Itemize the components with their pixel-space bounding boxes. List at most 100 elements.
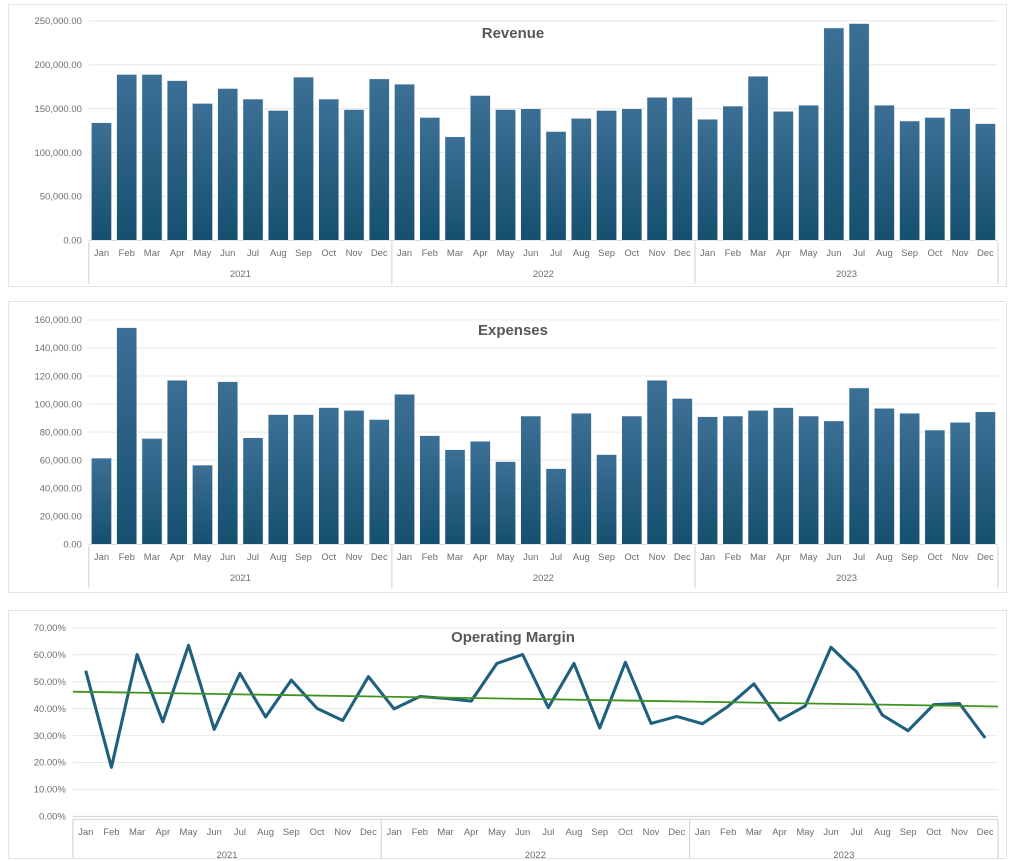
bar[interactable]: [469, 95, 491, 241]
svg-text:May: May: [800, 552, 818, 563]
expenses-chart-panel[interactable]: 0.00 20,000.00 40,000.00 60,000.00 80,000.00…: [8, 301, 1007, 593]
bar[interactable]: [646, 96, 668, 241]
margin-series-line[interactable]: [84, 643, 987, 769]
bar[interactable]: [293, 414, 314, 545]
bar[interactable]: [899, 120, 921, 241]
svg-text:Mar: Mar: [144, 552, 160, 563]
bar[interactable]: [545, 468, 567, 545]
bar[interactable]: [141, 74, 163, 241]
bar[interactable]: [798, 104, 820, 241]
bar[interactable]: [192, 464, 213, 545]
bar[interactable]: [444, 136, 466, 241]
svg-text:Aug: Aug: [573, 552, 590, 563]
bar[interactable]: [520, 415, 542, 545]
svg-text:150,000.00: 150,000.00: [34, 104, 81, 115]
bar[interactable]: [621, 108, 643, 241]
operating-margin-line-chart[interactable]: 0.00% 10.00% 20.00% 30.00% 40.00% 50.00% 60.00…: [9, 611, 1006, 858]
bar[interactable]: [444, 449, 466, 545]
bar[interactable]: [343, 109, 365, 241]
bar[interactable]: [368, 78, 390, 241]
bar[interactable]: [419, 117, 441, 241]
bar[interactable]: [192, 103, 213, 241]
svg-text:Feb: Feb: [725, 248, 741, 259]
bar[interactable]: [267, 414, 289, 545]
bar[interactable]: [924, 117, 946, 241]
bar[interactable]: [722, 105, 744, 241]
svg-text:70.00%: 70.00%: [34, 623, 67, 634]
revenue-bar-chart[interactable]: 0.00 50,000.00 100,000.00 150,000.00 200,000…: [9, 5, 1006, 286]
bar[interactable]: [419, 435, 441, 545]
bar[interactable]: [949, 421, 971, 545]
svg-text:0.00%: 0.00%: [39, 812, 66, 823]
bar[interactable]: [293, 76, 314, 241]
bar[interactable]: [722, 415, 744, 545]
bar[interactable]: [91, 122, 112, 241]
svg-text:Apr: Apr: [170, 552, 185, 563]
bar[interactable]: [242, 437, 264, 545]
bar[interactable]: [671, 96, 693, 241]
bar[interactable]: [823, 420, 845, 545]
svg-text:Jun: Jun: [220, 248, 235, 259]
svg-text:Feb: Feb: [103, 827, 119, 838]
bar[interactable]: [469, 440, 491, 545]
bar[interactable]: [368, 419, 390, 545]
revenue-chart-panel[interactable]: 0.00 50,000.00 100,000.00 150,000.00 200,000…: [8, 4, 1007, 287]
bar[interactable]: [520, 108, 542, 241]
bar[interactable]: [798, 415, 820, 545]
bar[interactable]: [848, 23, 870, 241]
bar[interactable]: [394, 393, 415, 545]
bar[interactable]: [974, 123, 996, 241]
bar[interactable]: [697, 416, 718, 545]
bar[interactable]: [318, 407, 340, 545]
bar[interactable]: [621, 415, 643, 545]
bar[interactable]: [217, 88, 239, 241]
chart-title: Expenses: [478, 322, 548, 339]
bar[interactable]: [899, 412, 921, 545]
bar[interactable]: [949, 108, 971, 241]
svg-text:Jul: Jul: [550, 248, 562, 259]
bar[interactable]: [394, 83, 415, 241]
bar[interactable]: [217, 381, 239, 545]
bar[interactable]: [495, 461, 516, 545]
svg-text:Jun: Jun: [515, 827, 530, 838]
bar[interactable]: [772, 110, 794, 241]
bar[interactable]: [242, 98, 264, 241]
bar[interactable]: [873, 407, 895, 545]
bar[interactable]: [697, 118, 718, 241]
bar[interactable]: [495, 109, 516, 241]
bar[interactable]: [570, 118, 592, 241]
svg-text:160,000.00: 160,000.00: [35, 315, 82, 326]
bar[interactable]: [116, 327, 138, 545]
bar[interactable]: [646, 379, 668, 545]
svg-text:Apr: Apr: [473, 552, 488, 563]
bar[interactable]: [747, 410, 769, 545]
bar[interactable]: [116, 74, 138, 241]
bar[interactable]: [596, 110, 617, 241]
bar[interactable]: [343, 410, 365, 545]
bar[interactable]: [848, 387, 870, 545]
bar[interactable]: [873, 104, 895, 241]
bar[interactable]: [671, 398, 693, 545]
operating-margin-chart-panel[interactable]: 0.00% 10.00% 20.00% 30.00% 40.00% 50.00% 60.00…: [8, 610, 1007, 859]
bar[interactable]: [596, 454, 617, 545]
bar[interactable]: [166, 379, 188, 545]
svg-text:Sep: Sep: [295, 248, 312, 259]
expenses-bar-chart[interactable]: 0.00 20,000.00 40,000.00 60,000.00 80,000.00…: [9, 302, 1006, 592]
bar[interactable]: [91, 457, 112, 545]
bar[interactable]: [318, 98, 340, 241]
svg-text:Aug: Aug: [876, 248, 893, 259]
bar[interactable]: [772, 407, 794, 545]
bar[interactable]: [823, 27, 845, 241]
svg-text:Apr: Apr: [170, 248, 185, 259]
bar[interactable]: [166, 80, 188, 241]
bar[interactable]: [545, 131, 567, 241]
bar[interactable]: [267, 110, 289, 241]
svg-text:Nov: Nov: [649, 248, 666, 259]
svg-text:Jan: Jan: [94, 248, 109, 259]
bar[interactable]: [747, 75, 769, 241]
svg-text:Dec: Dec: [977, 552, 994, 563]
bar[interactable]: [974, 411, 996, 545]
bar[interactable]: [924, 429, 946, 545]
bar[interactable]: [141, 438, 163, 545]
bar[interactable]: [570, 412, 592, 545]
